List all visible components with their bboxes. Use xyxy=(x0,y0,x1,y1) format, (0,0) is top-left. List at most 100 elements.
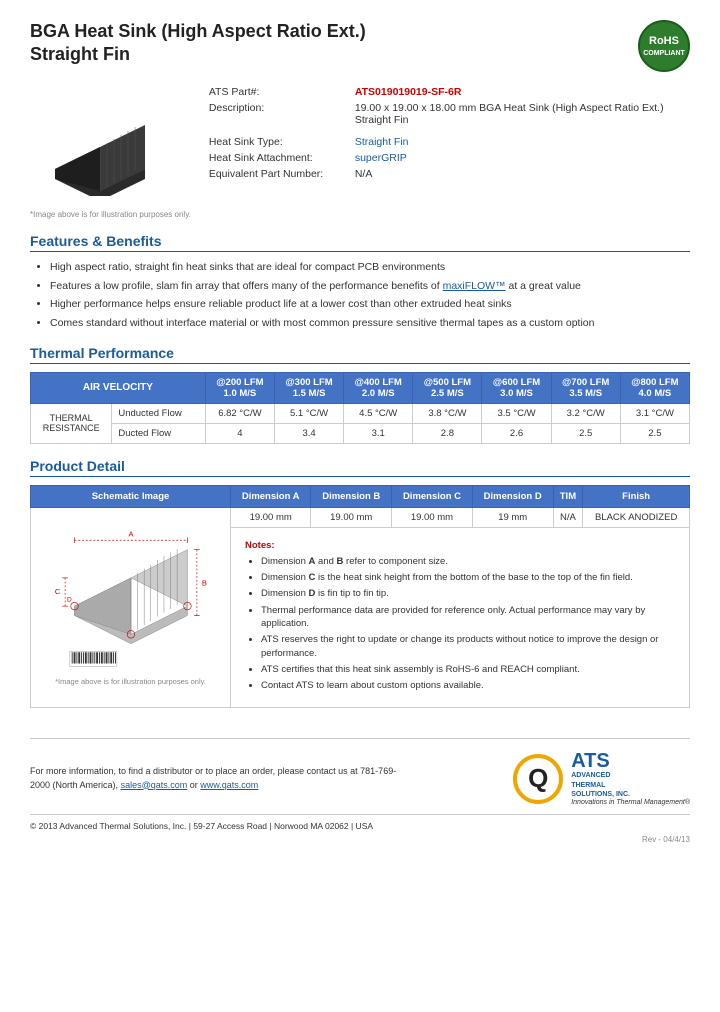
attachment-label: Heat Sink Attachment: xyxy=(209,152,349,164)
ducted-800: 2.5 xyxy=(620,423,689,443)
feature-item-4: Comes standard without interface materia… xyxy=(50,316,690,331)
thermal-heading: Thermal Performance xyxy=(30,345,690,364)
col-200lfm: @200 LFM1.0 M/S xyxy=(205,372,274,403)
col-tim: TIM xyxy=(553,485,583,507)
footer-website[interactable]: www.qats.com xyxy=(200,780,258,790)
col-dim-d: Dimension D xyxy=(472,485,553,507)
attachment-value[interactable]: superGRIP xyxy=(355,152,407,164)
part-number-value: ATS019019019-SF-6R xyxy=(355,86,462,98)
col-schematic: Schematic Image xyxy=(31,485,231,507)
col-finish: Finish xyxy=(583,485,690,507)
unducted-300: 5.1 °C/W xyxy=(274,403,343,423)
thermal-table: AIR VELOCITY @200 LFM1.0 M/S @300 LFM1.5… xyxy=(30,372,690,444)
air-velocity-header: AIR VELOCITY xyxy=(31,372,206,403)
unducted-label: Unducted Flow xyxy=(112,403,205,423)
col-800lfm: @800 LFM4.0 M/S xyxy=(620,372,689,403)
ducted-500: 2.8 xyxy=(413,423,482,443)
ducted-label: Ducted Flow xyxy=(112,423,205,443)
type-label: Heat Sink Type: xyxy=(209,136,349,148)
col-600lfm: @600 LFM3.0 M/S xyxy=(482,372,551,403)
product-info-section: *Image above is for illustration purpose… xyxy=(30,86,690,219)
features-list: High aspect ratio, straight fin heat sin… xyxy=(30,260,690,331)
unducted-800: 3.1 °C/W xyxy=(620,403,689,423)
footer: For more information, to find a distribu… xyxy=(30,738,690,843)
equiv-value: N/A xyxy=(355,168,373,180)
feature-item-3: Higher performance helps ensure reliable… xyxy=(50,297,690,312)
dim-d-value: 19 mm xyxy=(472,507,553,527)
part-label: ATS Part#: xyxy=(209,86,349,98)
product-detail-heading: Product Detail xyxy=(30,458,690,477)
equiv-label: Equivalent Part Number: xyxy=(209,168,349,180)
ats-full-name: ADVANCEDTHERMALSOLUTIONS, INC. xyxy=(571,771,690,798)
title-line2: Straight Fin xyxy=(30,44,130,64)
maxiflow-link[interactable]: maxiFLOW™ xyxy=(443,280,506,292)
description-row: Description: 19.00 x 19.00 x 18.00 mm BG… xyxy=(209,102,690,126)
note-5: ATS reserves the right to update or chan… xyxy=(261,633,675,660)
footer-copyright: © 2013 Advanced Thermal Solutions, Inc. … xyxy=(30,814,690,831)
ats-brand-text: ATS ADVANCEDTHERMALSOLUTIONS, INC. Innov… xyxy=(571,751,690,805)
footer-revision: Rev - 04/4/13 xyxy=(30,835,690,844)
unducted-flow-row: THERMALRESISTANCE Unducted Flow 6.82 °C/… xyxy=(31,403,690,423)
notes-title: Notes: xyxy=(245,540,675,551)
notes-section: Notes: Dimension A and B refer to compon… xyxy=(237,534,683,702)
feature-item-1: High aspect ratio, straight fin heat sin… xyxy=(50,260,690,275)
dim-a-value: 19.00 mm xyxy=(231,507,311,527)
product-title: BGA Heat Sink (High Aspect Ratio Ext.) S… xyxy=(30,20,366,67)
feature-item-2: Features a low profile, slam fin array t… xyxy=(50,279,690,294)
footer-or: or xyxy=(190,780,201,790)
attachment-row: Heat Sink Attachment: superGRIP xyxy=(209,152,690,164)
desc-label: Description: xyxy=(209,102,349,114)
note-2: Dimension C is the heat sink height from… xyxy=(261,571,675,584)
ats-logo: Q ATS ADVANCEDTHERMALSOLUTIONS, INC. Inn… xyxy=(513,751,690,805)
ducted-400: 3.1 xyxy=(344,423,413,443)
ducted-300: 3.4 xyxy=(274,423,343,443)
rohs-text: RoHS xyxy=(649,34,679,48)
unducted-400: 4.5 °C/W xyxy=(344,403,413,423)
svg-text:C: C xyxy=(54,587,60,596)
copyright-text: © 2013 Advanced Thermal Solutions, Inc. xyxy=(30,821,186,831)
product-image-caption: *Image above is for illustration purpose… xyxy=(30,210,191,219)
features-heading: Features & Benefits xyxy=(30,233,690,252)
desc-value: 19.00 x 19.00 x 18.00 mm BGA Heat Sink (… xyxy=(355,102,690,126)
notes-list: Dimension A and B refer to component siz… xyxy=(245,555,675,693)
product-detail-table: Schematic Image Dimension A Dimension B … xyxy=(30,485,690,709)
equiv-row: Equivalent Part Number: N/A xyxy=(209,168,690,180)
tim-value: N/A xyxy=(553,507,583,527)
col-700lfm: @700 LFM3.5 M/S xyxy=(551,372,620,403)
heatsink-illustration xyxy=(40,96,160,196)
footer-contact: For more information, to find a distribu… xyxy=(30,765,410,792)
finish-value: BLACK ANODIZED xyxy=(583,507,690,527)
ducted-flow-row: Ducted Flow 4 3.4 3.1 2.8 2.6 2.5 2.5 xyxy=(31,423,690,443)
ducted-600: 2.6 xyxy=(482,423,551,443)
product-image xyxy=(30,86,170,206)
ducted-700: 2.5 xyxy=(551,423,620,443)
rohs-compliant-text: COMPLIANT xyxy=(643,49,685,58)
note-7: Contact ATS to learn about custom option… xyxy=(261,679,675,692)
type-row: Heat Sink Type: Straight Fin xyxy=(209,136,690,148)
footer-main: For more information, to find a distribu… xyxy=(30,751,690,805)
unducted-500: 3.8 °C/W xyxy=(413,403,482,423)
unducted-700: 3.2 °C/W xyxy=(551,403,620,423)
col-dim-a: Dimension A xyxy=(231,485,311,507)
part-number-row: ATS Part#: ATS019019019-SF-6R xyxy=(209,86,690,98)
notes-cell: Notes: Dimension A and B refer to compon… xyxy=(231,527,690,708)
schematic-caption: *Image above is for illustration purpose… xyxy=(34,677,227,686)
note-3: Dimension D is fin tip to fin tip. xyxy=(261,587,675,600)
note-6: ATS certifies that this heat sink assemb… xyxy=(261,663,675,676)
type-value[interactable]: Straight Fin xyxy=(355,136,409,148)
col-400lfm: @400 LFM2.0 M/S xyxy=(344,372,413,403)
product-image-container: *Image above is for illustration purpose… xyxy=(30,86,191,219)
svg-text:D: D xyxy=(67,596,72,603)
svg-text:B: B xyxy=(201,578,206,587)
ducted-200: 4 xyxy=(205,423,274,443)
footer-address: | 59-27 Access Road | Norwood MA 02062 |… xyxy=(189,821,373,831)
product-details: ATS Part#: ATS019019019-SF-6R Descriptio… xyxy=(209,86,690,219)
title-line1: BGA Heat Sink (High Aspect Ratio Ext.) xyxy=(30,21,366,41)
barcode-group xyxy=(69,651,116,666)
col-dim-c: Dimension C xyxy=(392,485,473,507)
footer-email[interactable]: sales@qats.com xyxy=(121,780,188,790)
col-300lfm: @300 LFM1.5 M/S xyxy=(274,372,343,403)
schematic-svg: A B C D xyxy=(46,512,216,672)
note-1: Dimension A and B refer to component siz… xyxy=(261,555,675,568)
note-4: Thermal performance data are provided fo… xyxy=(261,604,675,631)
